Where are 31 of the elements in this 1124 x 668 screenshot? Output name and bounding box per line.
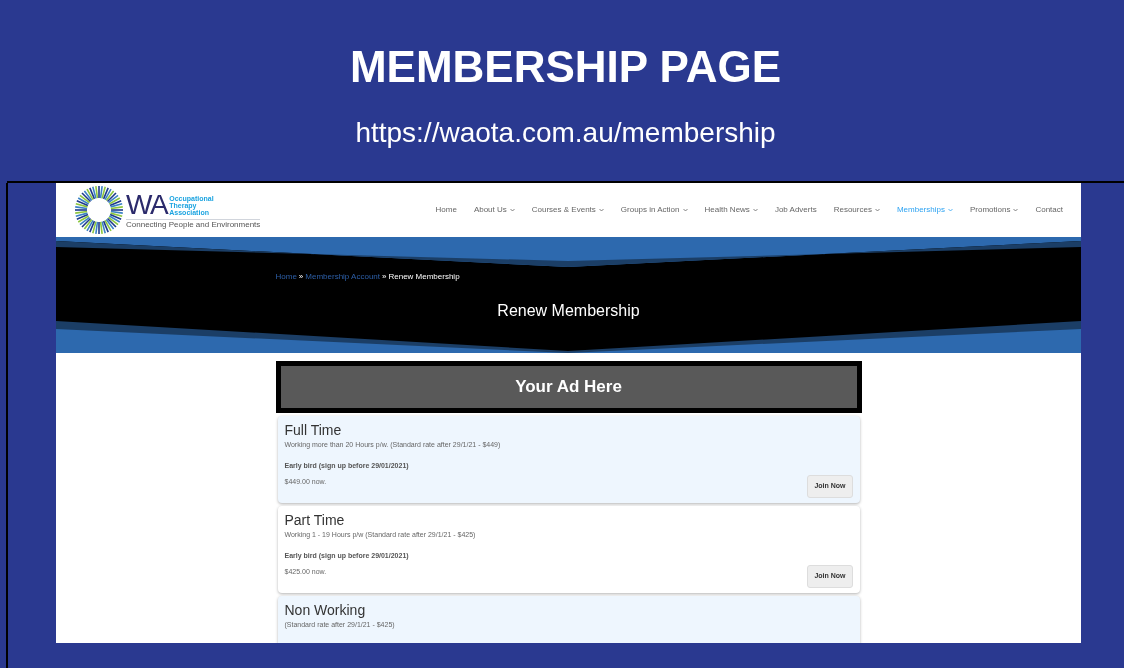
level-name: Non Working: [284, 602, 367, 618]
nav-link[interactable]: Health News: [704, 204, 758, 216]
level-name: Full Time: [284, 422, 343, 438]
slide-title: MEMBERSHIP PAGE: [349, 45, 782, 89]
level-name: Part Time: [284, 512, 346, 528]
chevron-down-icon: [682, 208, 688, 212]
nav-link[interactable]: Home: [435, 204, 457, 216]
nav-link[interactable]: Resources: [833, 204, 880, 216]
breadcrumb-current: Renew Membership: [388, 271, 460, 283]
nav-link[interactable]: Courses & Events: [531, 204, 604, 216]
chevron-down-icon: [947, 208, 953, 212]
chevron-down-icon: [752, 208, 758, 212]
nav-link[interactable]: Job Adverts: [774, 204, 817, 216]
breadcrumb-link[interactable]: Membership Account: [305, 271, 380, 283]
nav-link[interactable]: Promotions: [969, 204, 1019, 216]
breadcrumb-separator: »: [382, 271, 387, 283]
chevron-down-icon: [1013, 208, 1019, 212]
logo-tagline: Connecting People and Environments: [126, 219, 261, 229]
logo-mark: WA: [126, 191, 168, 219]
nav-link[interactable]: Groups in Action: [620, 204, 688, 216]
page-title: Renew Membership: [497, 301, 640, 321]
ad-text: Your Ad Here: [515, 376, 622, 399]
slide-url: https://waota.com.au/membership: [355, 119, 776, 147]
chevron-down-icon: [874, 208, 880, 212]
breadcrumb-separator: »: [298, 271, 304, 283]
chevron-down-icon: [509, 208, 515, 212]
nav-link[interactable]: About Us: [473, 204, 515, 216]
nav-link[interactable]: Contact: [1035, 204, 1063, 216]
sunburst-logo-icon: [74, 185, 124, 235]
chevron-down-icon: [598, 208, 604, 212]
breadcrumb-link[interactable]: Home: [275, 271, 297, 283]
